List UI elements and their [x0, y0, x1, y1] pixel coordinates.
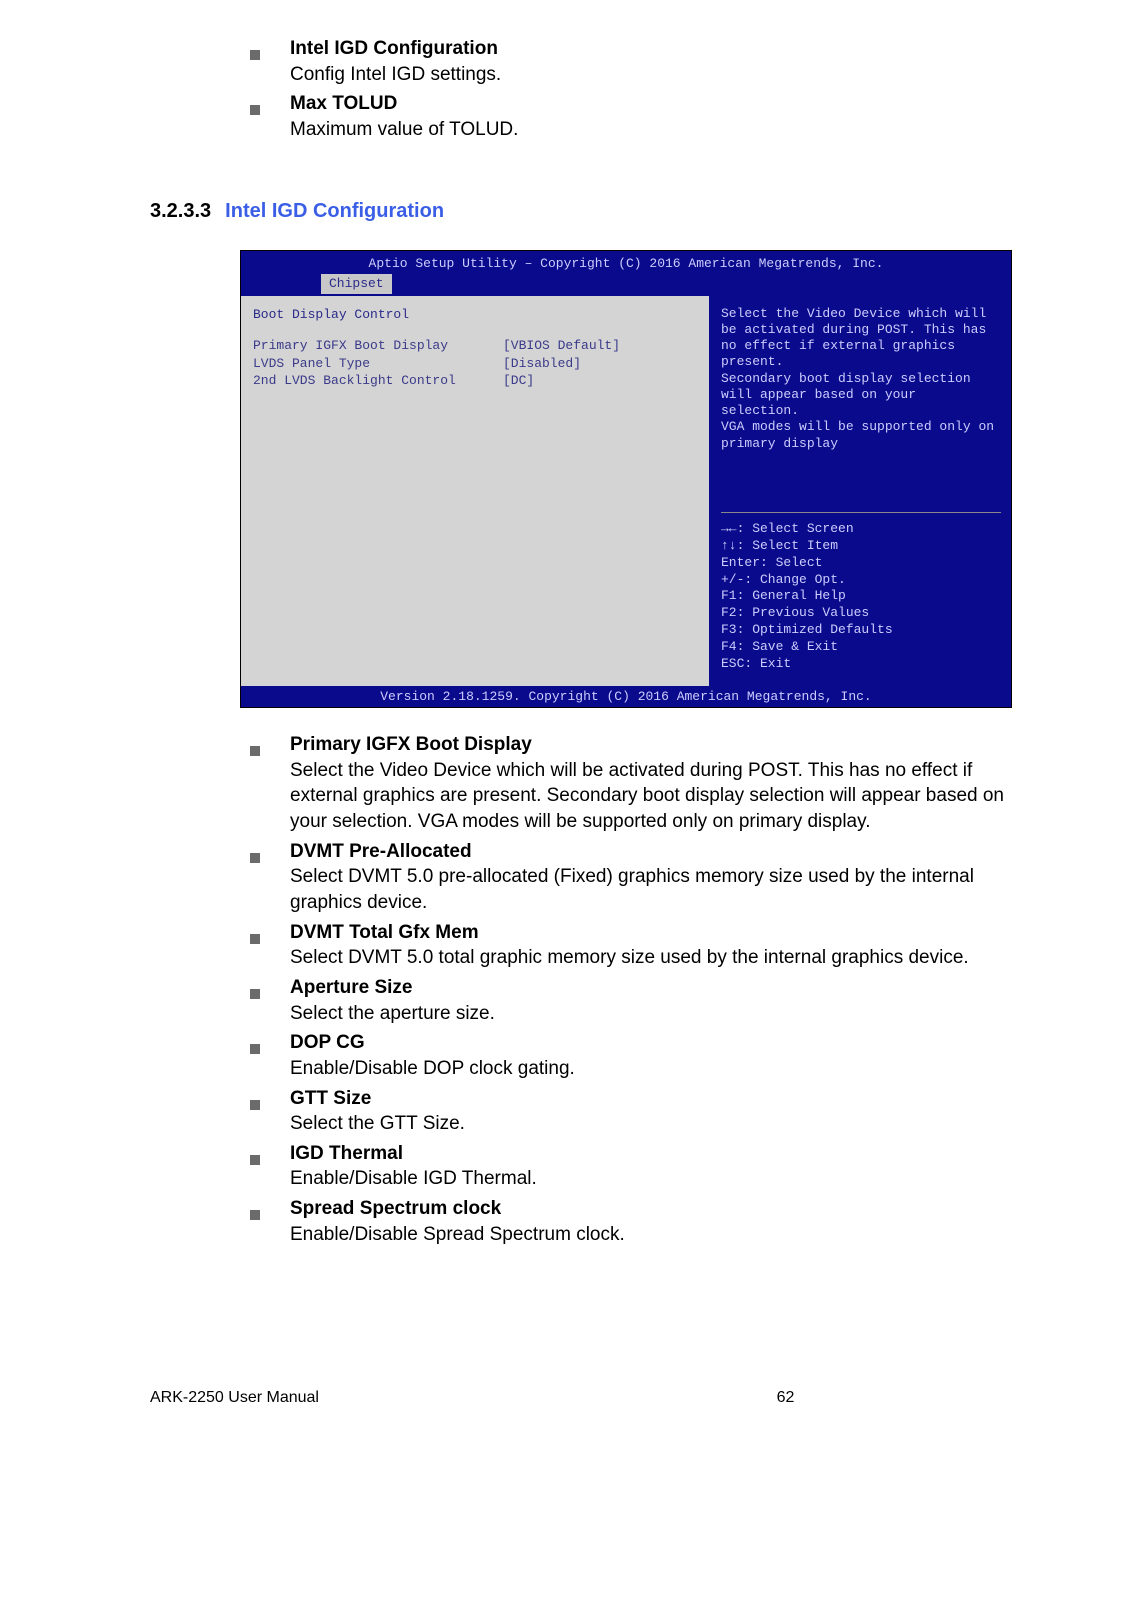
desc: Select the Video Device which will be ac… — [290, 760, 1004, 832]
bios-header: Aptio Setup Utility – Copyright (C) 2016… — [241, 251, 1011, 296]
term: IGD Thermal — [290, 1143, 403, 1164]
list-item: DVMT Pre-Allocated Select DVMT 5.0 pre-al… — [250, 839, 1032, 916]
bios-footer: Version 2.18.1259. Copyright (C) 2016 Am… — [241, 686, 1011, 708]
bios-setting-value: [VBIOS Default] — [503, 337, 620, 355]
bios-nav-line: F2: Previous Values — [721, 605, 1001, 622]
bios-setting-row[interactable]: 2nd LVDS Backlight Control [DC] — [253, 372, 699, 390]
list-item: Aperture Size Select the aperture size. — [250, 975, 1032, 1026]
list-item: Max TOLUD Maximum value of TOLUD. — [250, 91, 1032, 142]
bullet-icon — [250, 1141, 290, 1192]
desc: Select the GTT Size. — [290, 1113, 465, 1134]
section-heading: 3.2.3.3 Intel IGD Configuration — [150, 198, 1032, 225]
list-item: DOP CG Enable/Disable DOP clock gating. — [250, 1030, 1032, 1081]
desc: Select DVMT 5.0 total graphic memory siz… — [290, 947, 969, 968]
page: Intel IGD Configuration Config Intel IGD… — [0, 0, 1122, 1449]
bios-nav-line: ↑↓: Select Item — [721, 538, 1001, 555]
bullet-icon — [250, 1086, 290, 1137]
bios-tab-chipset[interactable]: Chipset — [321, 274, 392, 294]
bios-setting-label: 2nd LVDS Backlight Control — [253, 372, 503, 390]
desc: Maximum value of TOLUD. — [290, 119, 518, 140]
bios-setting-row[interactable]: LVDS Panel Type [Disabled] — [253, 355, 699, 373]
bullet-icon — [250, 91, 290, 142]
list-item-body: DVMT Total Gfx Mem Select DVMT 5.0 total … — [290, 920, 969, 971]
term: Spread Spectrum clock — [290, 1198, 501, 1219]
list-item-body: GTT Size Select the GTT Size. — [290, 1086, 465, 1137]
bios-right-pane: Select the Video Device which will be ac… — [709, 296, 1011, 686]
bios-screenshot: Aptio Setup Utility – Copyright (C) 2016… — [240, 250, 1012, 709]
page-footer: ARK-2250 User Manual 62 — [150, 1387, 1032, 1409]
bullet-icon — [250, 920, 290, 971]
bios-nav-help: →←: Select Screen ↑↓: Select Item Enter:… — [721, 521, 1001, 673]
footer-left: ARK-2250 User Manual — [150, 1387, 319, 1409]
option-list: Primary IGFX Boot Display Select the Vide… — [250, 732, 1032, 1247]
list-item-body: Aperture Size Select the aperture size. — [290, 975, 495, 1026]
desc: Enable/Disable Spread Spectrum clock. — [290, 1224, 625, 1245]
bullet-icon — [250, 36, 290, 87]
term: DOP CG — [290, 1032, 365, 1053]
list-item-body: IGD Thermal Enable/Disable IGD Thermal. — [290, 1141, 537, 1192]
bullet-icon — [250, 975, 290, 1026]
desc: Enable/Disable IGD Thermal. — [290, 1168, 537, 1189]
bullet-icon — [250, 1196, 290, 1247]
bios-nav-line: +/-: Change Opt. — [721, 572, 1001, 589]
top-bullet-list: Intel IGD Configuration Config Intel IGD… — [250, 36, 1032, 143]
list-item-body: Max TOLUD Maximum value of TOLUD. — [290, 91, 518, 142]
desc: Select the aperture size. — [290, 1003, 495, 1024]
list-item-body: Spread Spectrum clock Enable/Disable Spre… — [290, 1196, 625, 1247]
bios-nav-line: →←: Select Screen — [721, 521, 1001, 538]
list-item: Intel IGD Configuration Config Intel IGD… — [250, 36, 1032, 87]
desc: Enable/Disable DOP clock gating. — [290, 1058, 575, 1079]
bios-tabs: Chipset — [241, 274, 1011, 294]
page-number: 62 — [777, 1387, 795, 1409]
divider — [721, 512, 1001, 513]
bios-setting-value: [Disabled] — [503, 355, 581, 373]
bios-setting-row[interactable]: Primary IGFX Boot Display [VBIOS Default… — [253, 337, 699, 355]
bios-body: Boot Display Control Primary IGFX Boot D… — [241, 296, 1011, 686]
desc: Config Intel IGD settings. — [290, 64, 501, 85]
term: GTT Size — [290, 1088, 371, 1109]
bios-setting-label: Primary IGFX Boot Display — [253, 337, 503, 355]
list-item: DVMT Total Gfx Mem Select DVMT 5.0 total … — [250, 920, 1032, 971]
term: Primary IGFX Boot Display — [290, 734, 532, 755]
bullet-icon — [250, 1030, 290, 1081]
list-item: Primary IGFX Boot Display Select the Vide… — [250, 732, 1032, 835]
bios-help-text: Select the Video Device which will be ac… — [721, 306, 1001, 452]
term: DVMT Pre-Allocated — [290, 841, 472, 862]
list-item: IGD Thermal Enable/Disable IGD Thermal. — [250, 1141, 1032, 1192]
term: DVMT Total Gfx Mem — [290, 922, 479, 943]
section-title: Intel IGD Configuration — [225, 198, 444, 225]
list-item-body: Primary IGFX Boot Display Select the Vide… — [290, 732, 1032, 835]
desc: Select DVMT 5.0 pre-allocated (Fixed) gr… — [290, 866, 974, 913]
list-item-body: Intel IGD Configuration Config Intel IGD… — [290, 36, 501, 87]
bios-left-pane: Boot Display Control Primary IGFX Boot D… — [241, 296, 709, 686]
term: Intel IGD Configuration — [290, 38, 498, 59]
list-item: Spread Spectrum clock Enable/Disable Spre… — [250, 1196, 1032, 1247]
bios-nav-line: ESC: Exit — [721, 656, 1001, 673]
bios-nav-line: Enter: Select — [721, 555, 1001, 572]
list-item: GTT Size Select the GTT Size. — [250, 1086, 1032, 1137]
bios-setting-label: LVDS Panel Type — [253, 355, 503, 373]
section-number: 3.2.3.3 — [150, 198, 211, 225]
bios-nav-line: F3: Optimized Defaults — [721, 622, 1001, 639]
bios-title: Aptio Setup Utility – Copyright (C) 2016… — [241, 253, 1011, 275]
term: Max TOLUD — [290, 93, 397, 114]
bios-nav-line: F4: Save & Exit — [721, 639, 1001, 656]
bullet-icon — [250, 732, 290, 835]
bios-setting-value: [DC] — [503, 372, 534, 390]
bios-left-header: Boot Display Control — [253, 306, 699, 324]
term: Aperture Size — [290, 977, 412, 998]
bios-nav-line: F1: General Help — [721, 588, 1001, 605]
bullet-icon — [250, 839, 290, 916]
list-item-body: DVMT Pre-Allocated Select DVMT 5.0 pre-al… — [290, 839, 1032, 916]
list-item-body: DOP CG Enable/Disable DOP clock gating. — [290, 1030, 575, 1081]
